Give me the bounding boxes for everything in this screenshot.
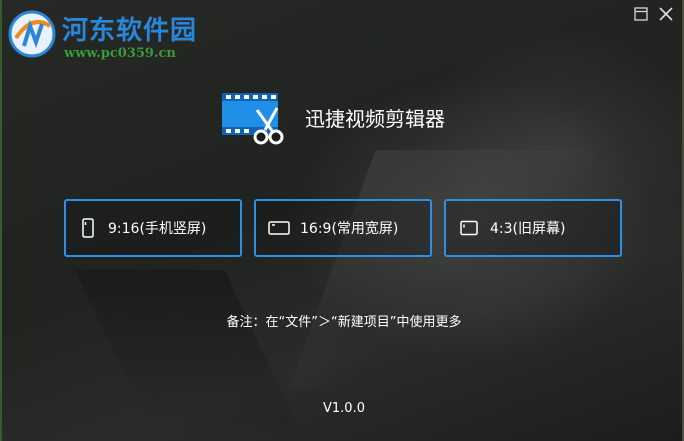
close-icon[interactable] xyxy=(658,6,674,22)
watermark-logo-icon xyxy=(8,10,56,58)
maximize-icon[interactable] xyxy=(634,7,648,21)
usage-note: 备注：在“文件”＞“新建项目”中使用更多 xyxy=(226,315,462,330)
standard-screen-icon xyxy=(460,220,478,236)
app-window: 河东软件园 www.pc0359.cn 迅捷视频剪辑器 9:16(手机竖屏) 1… xyxy=(0,0,684,441)
portrait-screen-icon xyxy=(82,218,94,238)
watermark-title: 河东软件园 xyxy=(62,16,198,46)
video-scissors-icon xyxy=(222,93,284,145)
background-shape xyxy=(288,150,596,390)
ratio-label: 16:9(常用宽屏) xyxy=(300,221,399,237)
widescreen-icon xyxy=(268,221,290,235)
watermark: 河东软件园 www.pc0359.cn xyxy=(6,6,206,66)
watermark-url: www.pc0359.cn xyxy=(64,46,176,61)
ratio-4-3-button[interactable]: 4:3(旧屏幕) xyxy=(444,199,622,257)
version-label: V1.0.0 xyxy=(323,401,365,416)
ratio-label: 9:16(手机竖屏) xyxy=(108,221,207,237)
ratio-label: 4:3(旧屏幕) xyxy=(490,221,566,237)
ratio-16-9-button[interactable]: 16:9(常用宽屏) xyxy=(254,199,432,257)
ratio-9-16-button[interactable]: 9:16(手机竖屏) xyxy=(64,199,242,257)
app-title: 迅捷视频剪辑器 xyxy=(305,107,445,131)
